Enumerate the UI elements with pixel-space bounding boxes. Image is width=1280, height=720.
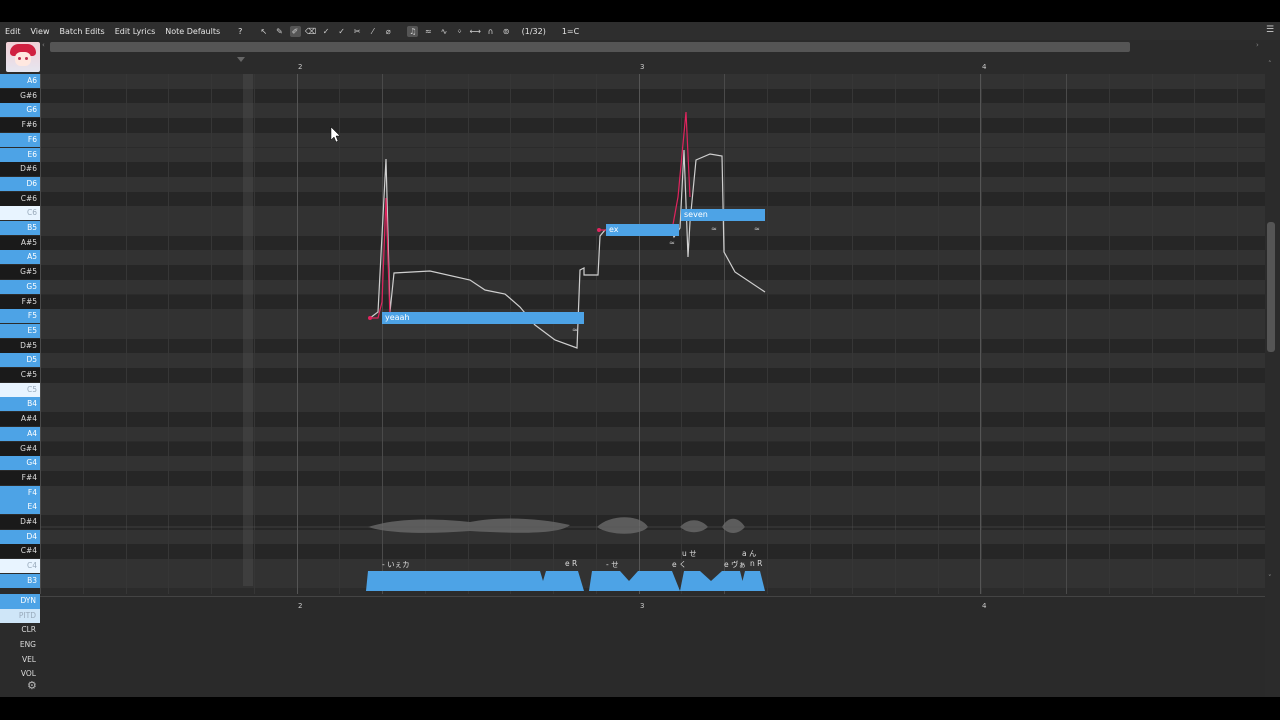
waveform-segment-3 <box>680 520 708 533</box>
phoneme-label: e く <box>672 560 687 569</box>
phoneme-label: - せ <box>606 560 619 569</box>
phoneme-block <box>620 571 680 591</box>
vibrato-icon: ≈ <box>669 239 675 247</box>
note-ex[interactable]: ex <box>606 224 679 236</box>
expression-panel[interactable]: 2 3 4 <box>40 596 1265 697</box>
piano-roll-window: Edit View Batch Edits Edit Lyrics Note D… <box>0 22 1280 697</box>
vibrato-icon: ≈ <box>572 326 578 334</box>
phoneme-block <box>740 571 765 591</box>
note-seven[interactable]: seven <box>681 209 765 221</box>
note-lyric: ex <box>609 225 619 234</box>
scroll-up-icon[interactable]: ˄ <box>1268 60 1272 68</box>
pitch-curve-red-2 <box>598 111 691 231</box>
phoneme-label: e ヴぁ <box>724 560 746 569</box>
vibrato-icon: ≈ <box>754 225 760 233</box>
waveform-segment-1 <box>368 518 570 533</box>
waveform-segment-2 <box>597 517 648 534</box>
expression-pitd[interactable]: PITD <box>0 608 40 624</box>
phoneme-label: n R <box>750 559 763 568</box>
expression-list: DYN PITD CLR ENG VEL VOL <box>0 594 40 682</box>
expr-ruler-mark-3: 3 <box>640 602 645 610</box>
note-yeaah[interactable]: yeaah <box>382 312 584 324</box>
vibrato-icon: ≈ <box>711 225 717 233</box>
note-lyric: yeaah <box>385 313 410 322</box>
vertical-scrollbar[interactable] <box>1267 222 1275 352</box>
expression-clr[interactable]: CLR <box>0 623 40 638</box>
pitch-point <box>368 316 372 320</box>
phoneme-block <box>540 571 584 591</box>
expr-ruler-mark-4: 4 <box>982 602 987 610</box>
phoneme-label: u せ <box>682 549 697 558</box>
phoneme-label: e R <box>565 559 578 568</box>
mouse-cursor-icon <box>330 126 341 143</box>
expression-vol[interactable]: VOL <box>0 667 40 682</box>
expr-ruler-mark-2: 2 <box>298 602 303 610</box>
phoneme-label: a ん <box>742 549 757 558</box>
expression-vel[interactable]: VEL <box>0 653 40 668</box>
waveform-segment-4 <box>722 518 745 533</box>
pitch-curve-red-1 <box>370 197 391 319</box>
expression-eng[interactable]: ENG <box>0 638 40 653</box>
expression-dyn[interactable]: DYN <box>0 594 40 609</box>
phoneme-label: - いぇカ <box>382 560 410 569</box>
phoneme-block <box>366 571 546 591</box>
scroll-down-icon[interactable]: ˅ <box>1268 574 1272 582</box>
playhead-column <box>243 74 253 586</box>
note-lyric: seven <box>684 210 708 219</box>
pitch-point <box>597 228 601 232</box>
